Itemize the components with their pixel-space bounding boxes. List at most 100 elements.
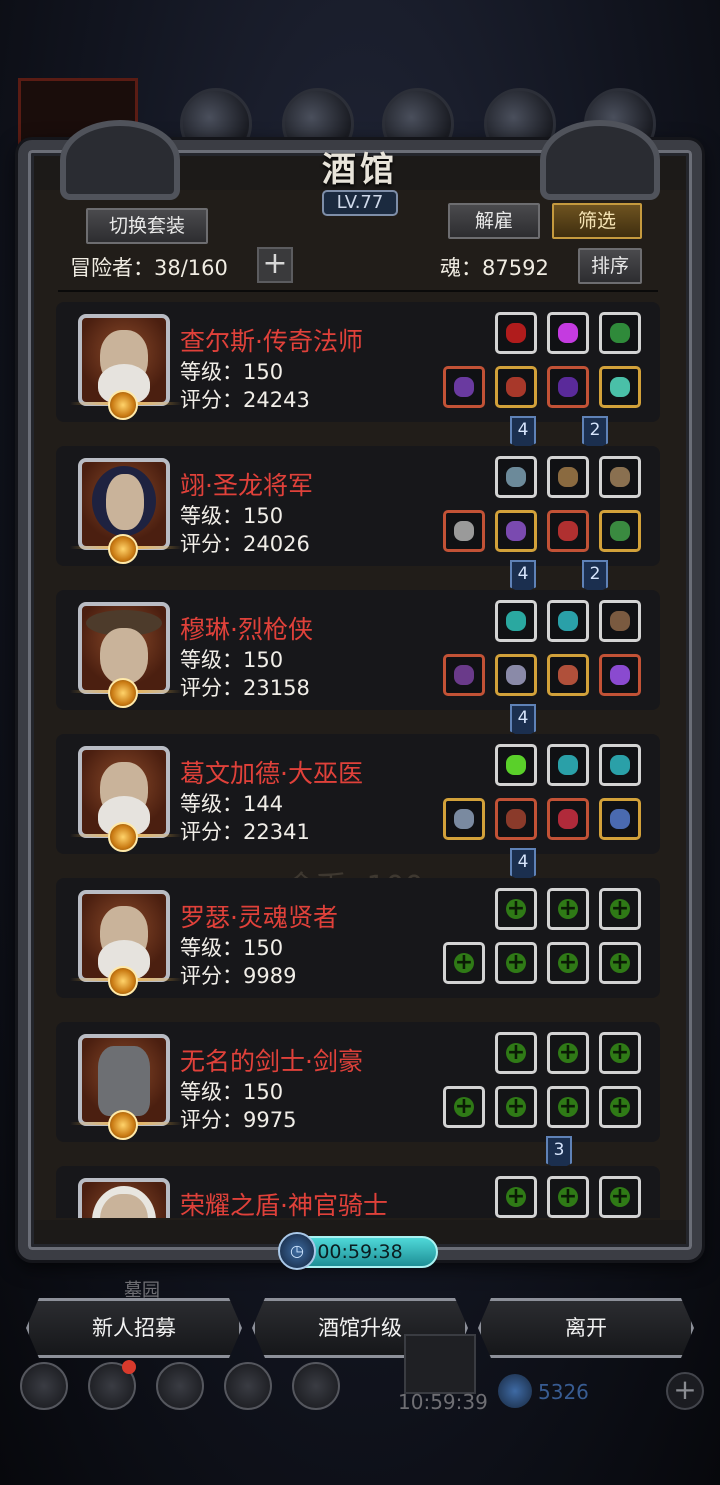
empty-slot-add-icon[interactable]: + — [443, 942, 485, 984]
mail-icon[interactable] — [224, 1362, 272, 1410]
tavern-building-icon[interactable] — [404, 1334, 476, 1394]
empty-slot-add-icon[interactable]: + — [599, 888, 641, 930]
green-flask-icon[interactable] — [599, 312, 641, 354]
empty-slot-add-icon[interactable]: + — [547, 888, 589, 930]
guild-icon[interactable] — [156, 1362, 204, 1410]
empty-slot-add-icon[interactable]: + — [547, 942, 589, 984]
adventurer-card[interactable]: 查尔斯·传奇法师 等级：150 评分：24243 — [56, 302, 660, 422]
empty-slot-add-icon[interactable]: + — [599, 1086, 641, 1128]
coat-icon[interactable] — [495, 798, 537, 840]
adventurer-score: 评分：22341 — [180, 820, 310, 844]
emerald-icon[interactable] — [599, 510, 641, 552]
diamond-count: 5326 — [538, 1380, 589, 1404]
wand-icon[interactable] — [443, 798, 485, 840]
notification-dot-icon — [122, 1360, 136, 1374]
teal-stone-icon[interactable] — [547, 744, 589, 786]
empty-slot-add-icon[interactable]: + — [495, 1176, 537, 1218]
header-divider — [58, 290, 658, 292]
adventurer-name: 穆琳·烈枪侠 — [180, 615, 313, 644]
settings-icon[interactable] — [20, 1362, 68, 1410]
empty-slot-add-icon[interactable]: + — [547, 1032, 589, 1074]
rifle-icon[interactable] — [443, 654, 485, 696]
rank-emblem-icon — [108, 678, 138, 708]
empty-slot-add-icon[interactable]: + — [599, 1176, 641, 1218]
purple-helm-icon[interactable] — [599, 654, 641, 696]
robe-icon[interactable] — [495, 366, 537, 408]
adventurer-name: 翊·圣龙将军 — [180, 471, 313, 500]
adventurer-name: 无名的剑士·剑豪 — [180, 1047, 363, 1076]
adventurer-level: 等级：144 — [180, 792, 284, 816]
switch-set-button[interactable]: 切换套装 — [86, 208, 208, 244]
teal-orb-icon[interactable] — [495, 600, 537, 642]
diamond-icon — [498, 1374, 532, 1408]
empty-slot-add-icon[interactable]: + — [547, 1176, 589, 1218]
sort-button[interactable]: 排序 — [578, 248, 642, 284]
adventurer-card[interactable]: 翊·圣龙将军 等级：150 评分：24026 — [56, 446, 660, 566]
clock-icon: ◷ — [278, 1232, 316, 1270]
adventurer-card[interactable]: 葛文加德·大巫医 等级：144 评分：22341 — [56, 734, 660, 854]
sword-icon[interactable] — [443, 510, 485, 552]
branch-icon[interactable] — [599, 600, 641, 642]
green-flame-icon[interactable] — [495, 744, 537, 786]
adventurer-level: 等级：150 — [180, 648, 284, 672]
adventurer-score: 评分：24026 — [180, 532, 310, 556]
leave-button[interactable]: 离开 — [478, 1298, 694, 1358]
add-diamond-button[interactable]: + — [666, 1372, 704, 1410]
stone-icon[interactable] — [495, 456, 537, 498]
link-tag: 4 — [510, 848, 536, 882]
pendant-icon[interactable] — [547, 366, 589, 408]
empty-slot-add-icon[interactable]: + — [495, 888, 537, 930]
helm-icon[interactable] — [547, 510, 589, 552]
amulet-icon[interactable] — [495, 312, 537, 354]
adventurer-portrait[interactable] — [78, 1178, 170, 1218]
panel-title: 酒馆 — [322, 150, 398, 190]
dismiss-button[interactable]: 解雇 — [448, 203, 540, 239]
empty-slot-add-icon[interactable]: + — [495, 1032, 537, 1074]
link-tag: 2 — [582, 416, 608, 450]
purple-gem-icon[interactable] — [547, 312, 589, 354]
adventurer-score: 评分：9989 — [180, 964, 297, 988]
rank-emblem-icon — [108, 822, 138, 852]
adventurer-level: 等级：150 — [180, 360, 284, 384]
chest-armor-icon[interactable] — [495, 654, 537, 696]
empty-slot-add-icon[interactable]: + — [547, 1086, 589, 1128]
armor-icon[interactable] — [495, 510, 537, 552]
adventurer-score: 评分：24243 — [180, 388, 310, 412]
adventurer-score: 评分：9975 — [180, 1108, 297, 1132]
adventurer-score: 评分：23158 — [180, 676, 310, 700]
adventurer-list[interactable]: 查尔斯·传奇法师 等级：150 评分：24243 4 2 翊·圣龙将军 等级：1… — [56, 298, 666, 1218]
rank-emblem-icon — [108, 534, 138, 564]
potion-icon[interactable] — [547, 798, 589, 840]
adventurer-card[interactable]: 罗瑟·灵魂贤者 等级：150 评分：9989 + + + + + + + — [56, 878, 660, 998]
link-tag: 4 — [510, 704, 536, 738]
adventurer-card[interactable]: 穆琳·烈枪侠 等级：150 评分：23158 — [56, 590, 660, 710]
adventurer-level: 等级：150 — [180, 1080, 284, 1104]
empty-slot-add-icon[interactable]: + — [495, 942, 537, 984]
tool-icon[interactable] — [599, 456, 641, 498]
empty-slot-add-icon[interactable]: + — [495, 1086, 537, 1128]
adventurer-count: 冒险者：38/160 — [70, 256, 228, 280]
shield-orb-icon[interactable] — [547, 456, 589, 498]
adventurer-name: 荣耀之盾·神官骑士 — [180, 1191, 388, 1218]
heart-pendant-icon[interactable] — [547, 654, 589, 696]
teal-stone-icon[interactable] — [547, 600, 589, 642]
shop-icon[interactable] — [292, 1362, 340, 1410]
ring-icon[interactable] — [599, 366, 641, 408]
empty-slot-add-icon[interactable]: + — [599, 1032, 641, 1074]
expand-capacity-button[interactable]: + — [257, 247, 293, 283]
adventurer-level: 等级：150 — [180, 504, 284, 528]
game-screen: 酒馆 LV.77 切换套装 解雇 筛选 排序 冒险者：38/160 + 魂：87… — [0, 0, 720, 1485]
adventurer-card[interactable]: 无名的剑士·剑豪 等级：150 评分：9975 + + + + + + + — [56, 1022, 660, 1142]
link-tag: 4 — [510, 560, 536, 594]
empty-slot-add-icon[interactable]: + — [443, 1086, 485, 1128]
charm-icon[interactable] — [599, 798, 641, 840]
adventurer-name: 葛文加德·大巫医 — [180, 759, 363, 788]
filter-button[interactable]: 筛选 — [552, 203, 642, 239]
recruit-button[interactable]: 新人招募 — [26, 1298, 242, 1358]
rank-emblem-icon — [108, 390, 138, 420]
staff-icon[interactable] — [443, 366, 485, 408]
teal-stone-icon[interactable] — [599, 744, 641, 786]
link-tag: 4 — [510, 416, 536, 450]
adventurer-card[interactable]: 荣耀之盾·神官骑士 + + + — [56, 1166, 660, 1218]
empty-slot-add-icon[interactable]: + — [599, 942, 641, 984]
